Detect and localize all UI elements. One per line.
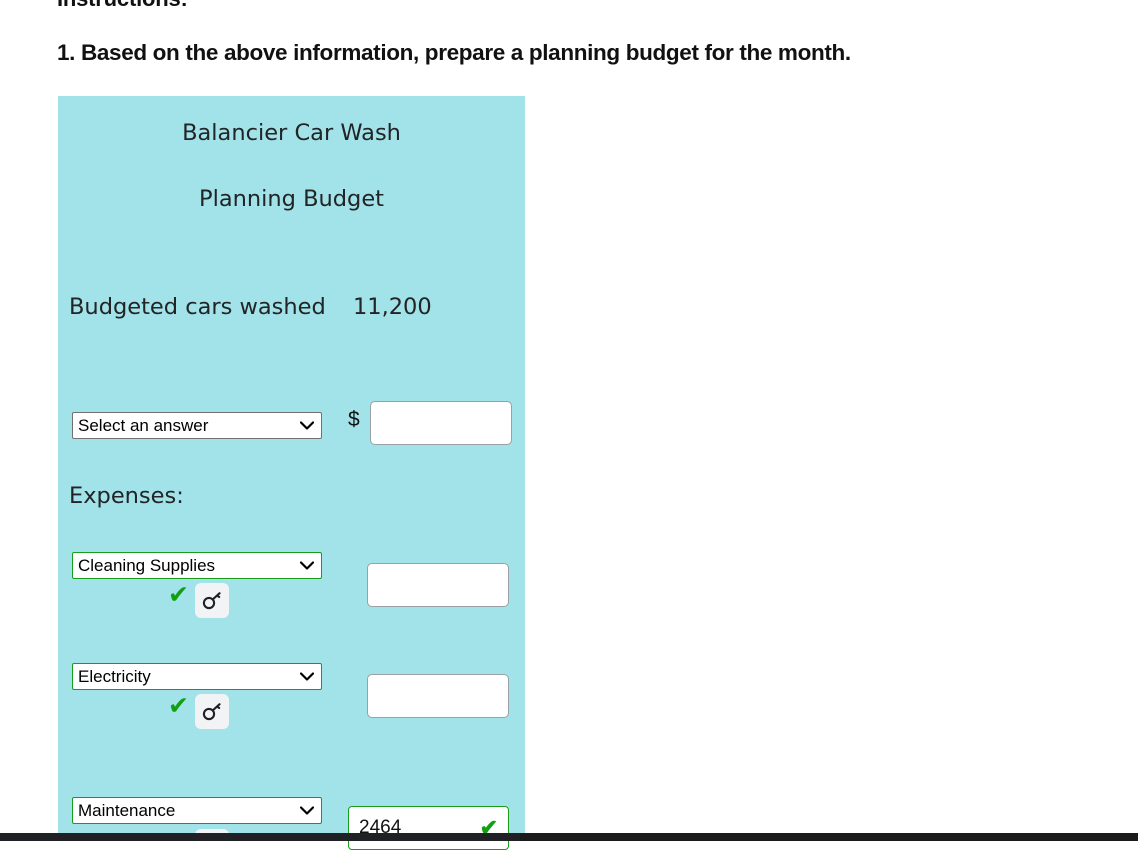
correct-check-icon: ✔	[168, 691, 189, 720]
expense-select-cleaning-supplies[interactable]: Cleaning Supplies	[72, 552, 322, 579]
currency-symbol: $	[348, 408, 360, 431]
chevron-down-icon	[300, 664, 314, 689]
expense-select-maintenance-value: Maintenance	[78, 801, 176, 820]
expenses-label: Expenses:	[69, 483, 184, 509]
chevron-down-icon	[300, 413, 314, 438]
question-heading: 1. Based on the above information, prepa…	[57, 40, 851, 65]
expense-amount-input-maintenance[interactable]: 2464 ✔	[348, 806, 509, 850]
budgeted-cars-washed-value: 11,200	[352, 294, 432, 320]
budgeted-cars-washed-label: Budgeted cars washed	[69, 294, 326, 320]
planning-budget-panel: Balancier Car Wash Planning Budget Budge…	[58, 96, 525, 850]
expense-amount-input-electricity[interactable]	[367, 674, 509, 718]
revenue-line-select-value: Select an answer	[78, 416, 209, 435]
expense-amount-input-cleaning-supplies[interactable]	[367, 563, 509, 607]
instructions-label: Instructions:	[57, 0, 188, 12]
feedback-cleaning-supplies: ✔	[168, 580, 229, 618]
expense-select-cleaning-supplies-value: Cleaning Supplies	[78, 556, 216, 575]
correct-check-icon: ✔	[168, 580, 189, 609]
budgeted-cars-washed-row: Budgeted cars washed 11,200	[69, 294, 432, 320]
expense-select-maintenance[interactable]: Maintenance	[72, 797, 322, 824]
key-icon	[201, 701, 223, 723]
feedback-electricity: ✔	[168, 691, 229, 729]
chevron-down-icon	[300, 798, 314, 823]
scrollbar-thumb[interactable]	[0, 833, 520, 841]
revenue-amount-input[interactable]	[370, 401, 512, 445]
expense-select-electricity[interactable]: Electricity	[72, 663, 322, 690]
report-title: Planning Budget	[199, 186, 384, 212]
key-icon	[201, 590, 223, 612]
company-title: Balancier Car Wash	[182, 120, 401, 146]
expense-select-electricity-value: Electricity	[78, 667, 151, 686]
revenue-line-select[interactable]: Select an answer	[72, 412, 322, 439]
horizontal-scrollbar[interactable]	[0, 833, 1138, 841]
chevron-down-icon	[300, 553, 314, 578]
key-icon-button[interactable]	[194, 694, 229, 729]
key-icon-button[interactable]	[194, 583, 229, 618]
